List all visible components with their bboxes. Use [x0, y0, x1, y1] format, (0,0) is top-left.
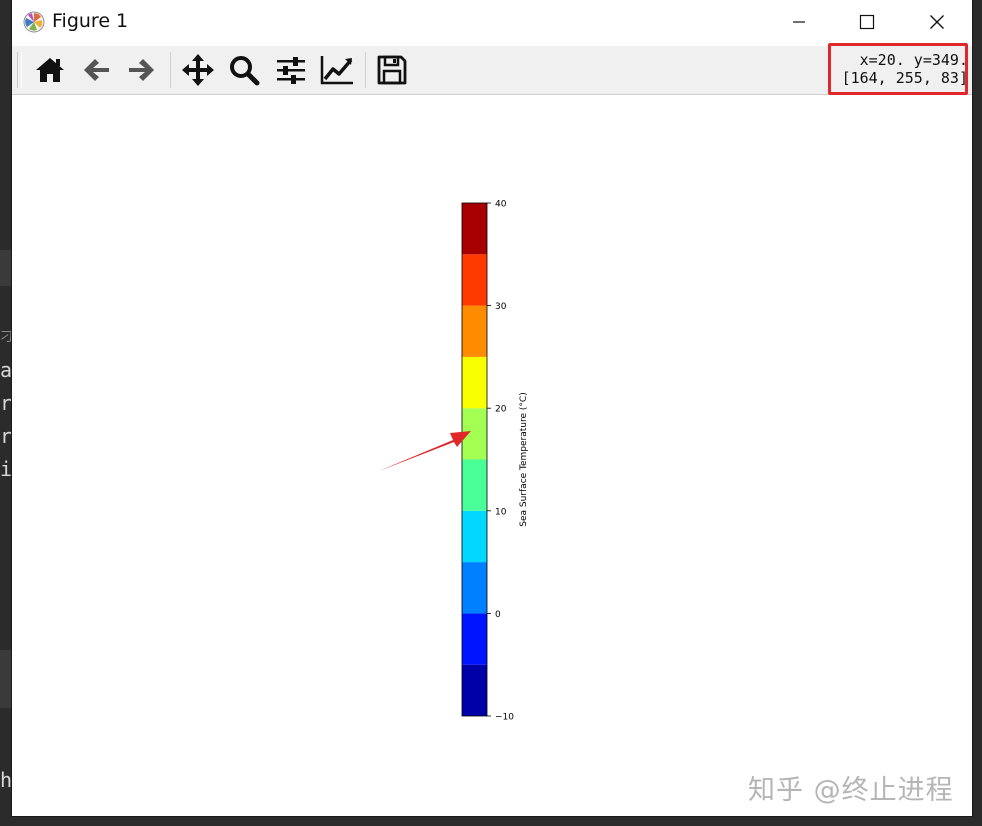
floppy-disk-icon [377, 55, 407, 85]
colorbar-band [462, 356, 487, 409]
magnifier-icon [230, 56, 260, 86]
colorbar-tick-label: −10 [495, 713, 514, 723]
minimize-button[interactable] [764, 0, 834, 44]
colorbar-tick-label: 10 [495, 507, 507, 517]
watermark: 知乎 @终止进程 [748, 775, 954, 806]
colorbar-tick-label: 20 [495, 405, 507, 415]
forward-button[interactable] [122, 50, 162, 90]
annotation-arrow [379, 431, 471, 471]
back-button[interactable] [76, 50, 116, 90]
coordinates-highlight-box [828, 43, 968, 95]
colorbar-chart: −10 0 10 20 30 40 Sea Surface Temperature (°C… [379, 200, 529, 723]
close-button[interactable] [902, 0, 972, 44]
move-icon [182, 54, 214, 86]
window-title: Figure 1 [52, 10, 129, 32]
minimize-icon [793, 21, 805, 23]
title-bar[interactable]: Figure 1 [12, 0, 972, 44]
matplotlib-icon [23, 11, 45, 33]
colorbar-tick-label: 0 [495, 610, 501, 620]
maximize-button[interactable] [832, 0, 902, 44]
colorbar-band [462, 459, 487, 511]
colorbar-band [462, 613, 487, 665]
figure-window: Figure 1 x=20. y=349. [164, 255, 83] −10… [12, 0, 972, 816]
arrow-left-icon [84, 59, 109, 81]
close-icon [930, 15, 944, 29]
colorbar-band [462, 510, 487, 563]
home-icon [36, 58, 64, 82]
colorbar-band [462, 562, 487, 614]
colorbar-band [462, 305, 487, 357]
colorbar-tick-label: 30 [495, 302, 507, 312]
colorbar-band [462, 254, 487, 306]
home-button[interactable] [30, 50, 70, 90]
colorbar-band [462, 203, 487, 255]
toolbar-separator [365, 52, 366, 88]
zoom-button[interactable] [224, 50, 264, 90]
toolbar-separator [170, 52, 171, 88]
configure-subplots-button[interactable] [271, 50, 311, 90]
save-button[interactable] [372, 50, 412, 90]
pan-button[interactable] [178, 50, 218, 90]
colorbar-label: Sea Surface Temperature (°C) [519, 392, 529, 526]
arrow-right-icon [129, 59, 154, 81]
colorbar-band [462, 664, 487, 716]
line-chart-icon [320, 56, 353, 85]
toolbar-grip[interactable] [17, 52, 22, 88]
colorbar-tick-label: 40 [495, 200, 507, 210]
sliders-icon [277, 57, 305, 84]
figure-canvas[interactable]: −10 0 10 20 30 40 Sea Surface Temperature (°C… [12, 95, 972, 816]
edit-axis-button[interactable] [317, 50, 357, 90]
maximize-icon [859, 14, 875, 30]
